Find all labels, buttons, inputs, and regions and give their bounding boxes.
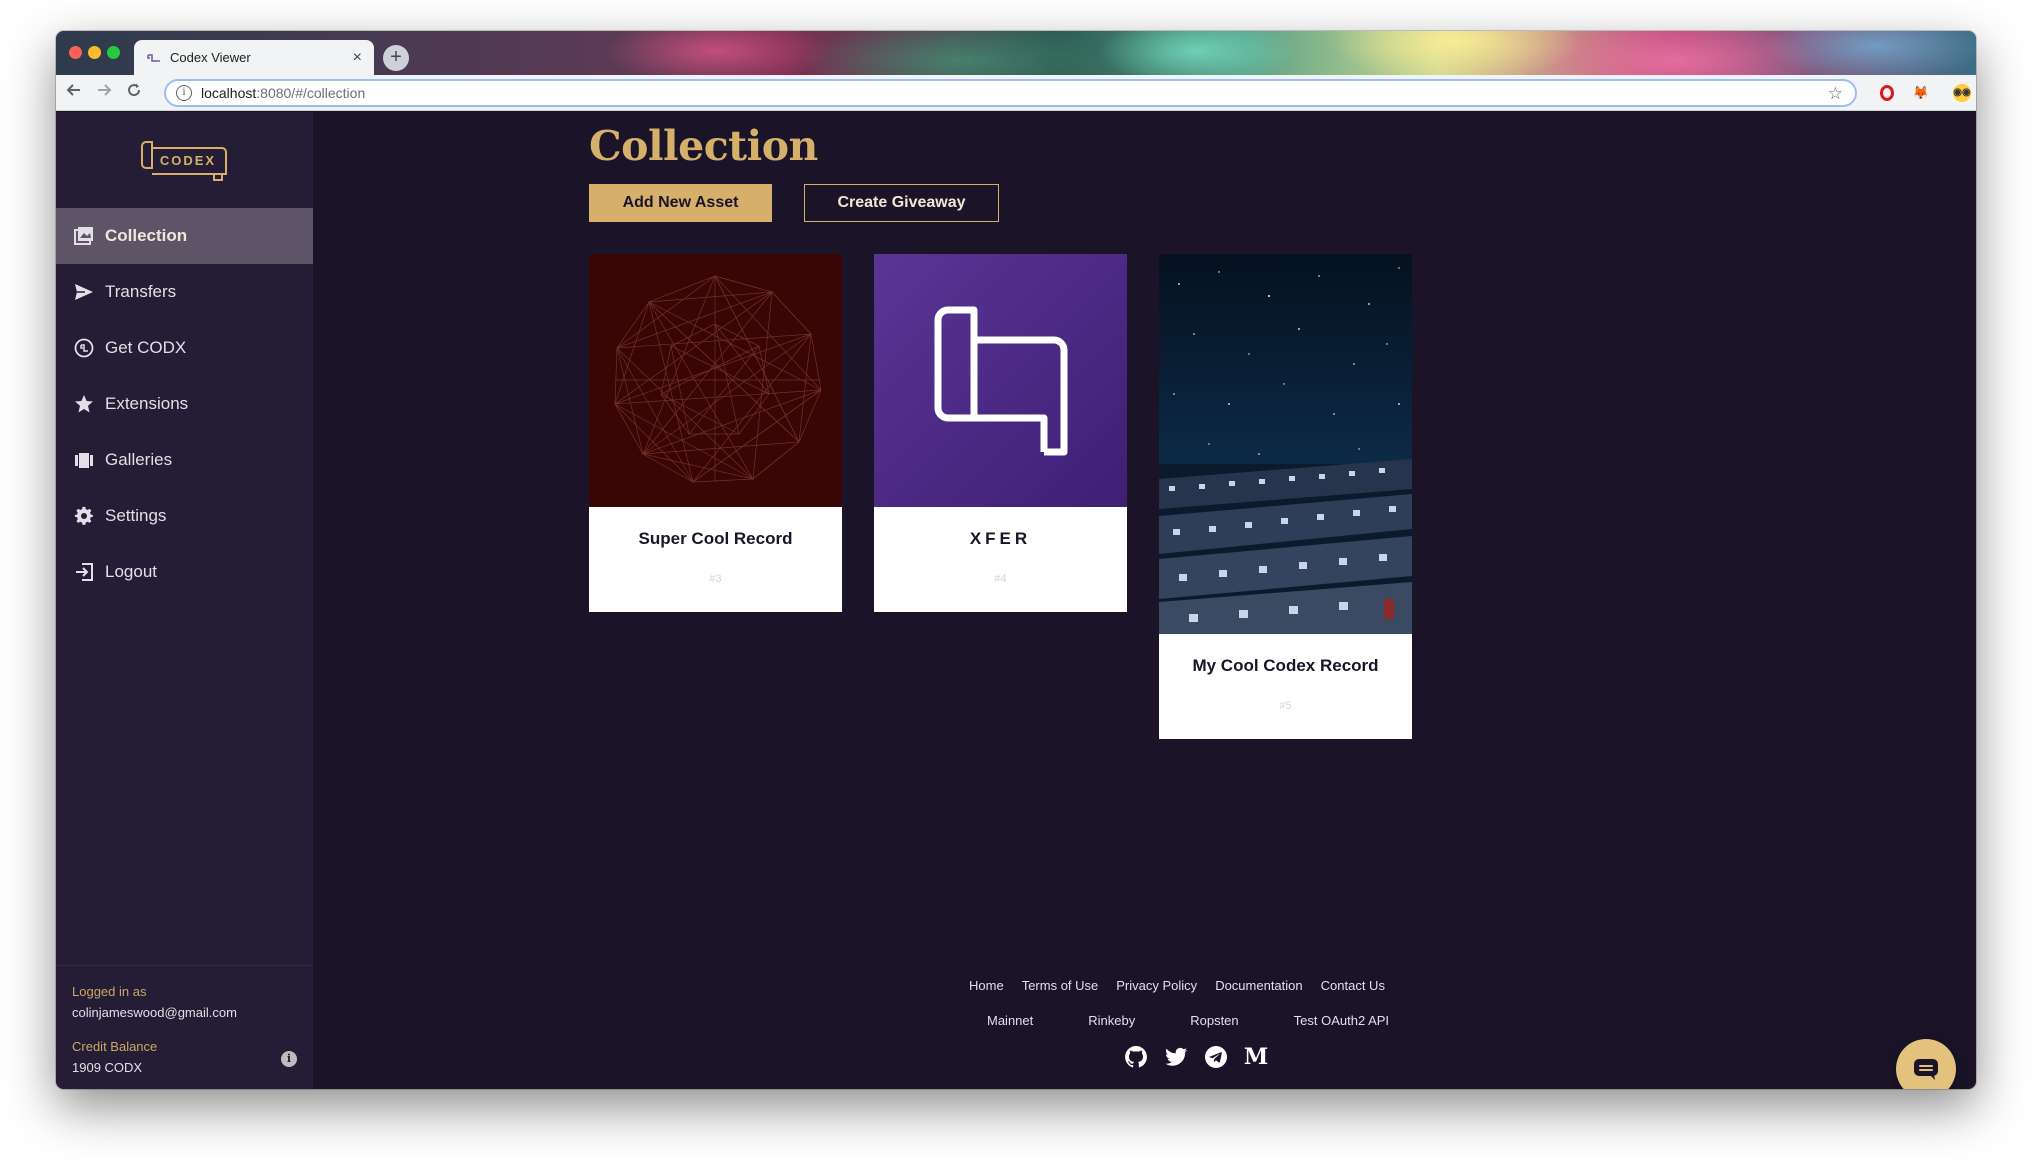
- twitter-icon[interactable]: [1164, 1045, 1188, 1069]
- sidebar-item-label: Get CODX: [105, 338, 187, 357]
- footer-links-primary: Home Terms of Use Privacy Policy Documen…: [969, 978, 1385, 993]
- footer-link-mainnet[interactable]: Mainnet: [987, 1013, 1033, 1028]
- footer-link-terms[interactable]: Terms of Use: [1022, 978, 1099, 993]
- maximize-window-button[interactable]: [107, 46, 120, 59]
- footer-link-ropsten[interactable]: Ropsten: [1190, 1013, 1238, 1028]
- card-id: #5: [1279, 700, 1292, 712]
- card-title: My Cool Codex Record: [1192, 656, 1379, 675]
- asset-card[interactable]: XFER #4: [874, 254, 1127, 612]
- account-info: Logged in as colinjameswood@gmail.com Cr…: [72, 981, 304, 1078]
- collection-icon: [73, 225, 95, 247]
- card-title: XFER: [969, 529, 1032, 548]
- chat-support-button[interactable]: [1896, 1039, 1956, 1089]
- url-host: localhost: [201, 85, 257, 101]
- card-title: Super Cool Record: [638, 529, 793, 548]
- minimize-window-button[interactable]: [88, 46, 101, 59]
- sidebar-item-galleries[interactable]: Galleries: [56, 432, 313, 488]
- asset-image-network: [589, 254, 842, 507]
- forward-arrow-icon[interactable]: [89, 82, 119, 103]
- footer-link-rinkeby[interactable]: Rinkeby: [1088, 1013, 1135, 1028]
- add-new-asset-button[interactable]: Add New Asset: [589, 184, 772, 222]
- card-body: My Cool Codex Record #5: [1159, 634, 1412, 739]
- sidebar-item-transfers[interactable]: Transfers: [56, 264, 313, 320]
- browser-tab[interactable]: Codex Viewer ×: [134, 40, 374, 75]
- card-id: #3: [709, 573, 722, 585]
- sidebar: CODEX Collection Transfers Get CODX Exte…: [56, 112, 313, 1089]
- page-title: Collection: [589, 122, 818, 170]
- create-giveaway-button[interactable]: Create Giveaway: [804, 184, 999, 222]
- app-root: CODEX Collection Transfers Get CODX Exte…: [56, 112, 1976, 1089]
- send-icon: [73, 281, 95, 303]
- sidebar-item-label: Collection: [105, 226, 188, 245]
- sidebar-item-label: Galleries: [105, 450, 173, 469]
- info-icon[interactable]: i: [281, 1051, 297, 1067]
- codex-favicon-icon: [146, 50, 162, 66]
- social-links: M: [1124, 1044, 1268, 1070]
- credit-balance-label: Credit Balance: [72, 1039, 158, 1054]
- close-window-button[interactable]: [69, 46, 82, 59]
- telegram-icon[interactable]: [1204, 1045, 1228, 1069]
- medium-icon[interactable]: M: [1244, 1044, 1268, 1070]
- sidebar-item-get-codx[interactable]: Get CODX: [56, 320, 313, 376]
- sidebar-item-label: Extensions: [105, 394, 189, 413]
- metamask-extension-icon[interactable]: 🦊: [1912, 84, 1930, 102]
- star-icon: [73, 393, 95, 415]
- new-tab-button[interactable]: +: [383, 45, 409, 71]
- tab-title: Codex Viewer: [170, 50, 251, 65]
- github-icon[interactable]: [1124, 1045, 1148, 1069]
- sidebar-item-settings[interactable]: Settings: [56, 488, 313, 544]
- sidebar-item-label: Settings: [105, 506, 167, 525]
- tab-strip: Codex Viewer × +: [56, 31, 1976, 75]
- footer-links-networks: Mainnet Rinkeby Ropsten Test OAuth2 API: [987, 1013, 1389, 1028]
- opera-extension-icon[interactable]: [1880, 85, 1894, 101]
- sidebar-item-collection[interactable]: Collection: [56, 208, 313, 264]
- face-extension-icon[interactable]: ◉◉: [1953, 84, 1971, 102]
- main-content: Collection Add New Asset Create Giveaway: [313, 112, 1976, 1089]
- logged-in-label: Logged in as: [72, 984, 147, 999]
- asset-card[interactable]: My Cool Codex Record #5: [1159, 254, 1412, 739]
- gallery-icon: [73, 449, 95, 471]
- coin-icon: [73, 337, 95, 359]
- gear-icon: [73, 505, 95, 527]
- footer-link-documentation[interactable]: Documentation: [1215, 978, 1302, 993]
- sidebar-item-extensions[interactable]: Extensions: [56, 376, 313, 432]
- logout-icon: [73, 561, 95, 583]
- sidebar-divider: [56, 965, 313, 966]
- sidebar-item-logout[interactable]: Logout: [56, 544, 313, 600]
- card-body: Super Cool Record #3: [589, 507, 842, 612]
- url-path: :8080/#/collection: [256, 85, 366, 101]
- sidebar-item-label: Logout: [105, 562, 157, 581]
- asset-image-night-town: [1159, 254, 1412, 634]
- site-info-icon[interactable]: i: [176, 85, 192, 101]
- footer-link-privacy[interactable]: Privacy Policy: [1116, 978, 1197, 993]
- card-body: XFER #4: [874, 507, 1127, 612]
- address-bar[interactable]: i localhost:8080/#/collection ☆: [164, 79, 1857, 107]
- asset-image-scroll-icon: [874, 254, 1127, 507]
- sidebar-item-label: Transfers: [105, 282, 177, 301]
- footer-link-test-oauth2[interactable]: Test OAuth2 API: [1294, 1013, 1389, 1028]
- chat-bubble-icon: [1914, 1059, 1938, 1080]
- card-id: #4: [994, 573, 1007, 585]
- footer-link-contact[interactable]: Contact Us: [1321, 978, 1385, 993]
- sidebar-nav: Collection Transfers Get CODX Extensions…: [56, 208, 313, 600]
- codex-logo[interactable]: CODEX: [138, 138, 230, 184]
- asset-card[interactable]: Super Cool Record #3: [589, 254, 842, 612]
- footer-link-home[interactable]: Home: [969, 978, 1004, 993]
- browser-window: Codex Viewer × + i localhost:8080/#/coll…: [56, 31, 1976, 1089]
- reload-icon[interactable]: [119, 82, 149, 103]
- credit-balance-value: 1909 CODX: [72, 1060, 143, 1075]
- user-email: colinjameswood@gmail.com: [72, 1005, 237, 1020]
- back-arrow-icon[interactable]: [59, 82, 89, 103]
- browser-toolbar: i localhost:8080/#/collection ☆ 🦊 ◉◉ ···: [56, 75, 1976, 111]
- tab-close-icon[interactable]: ×: [353, 49, 362, 66]
- logo-text: CODEX: [160, 153, 216, 168]
- bookmark-star-icon[interactable]: ☆: [1828, 84, 1843, 104]
